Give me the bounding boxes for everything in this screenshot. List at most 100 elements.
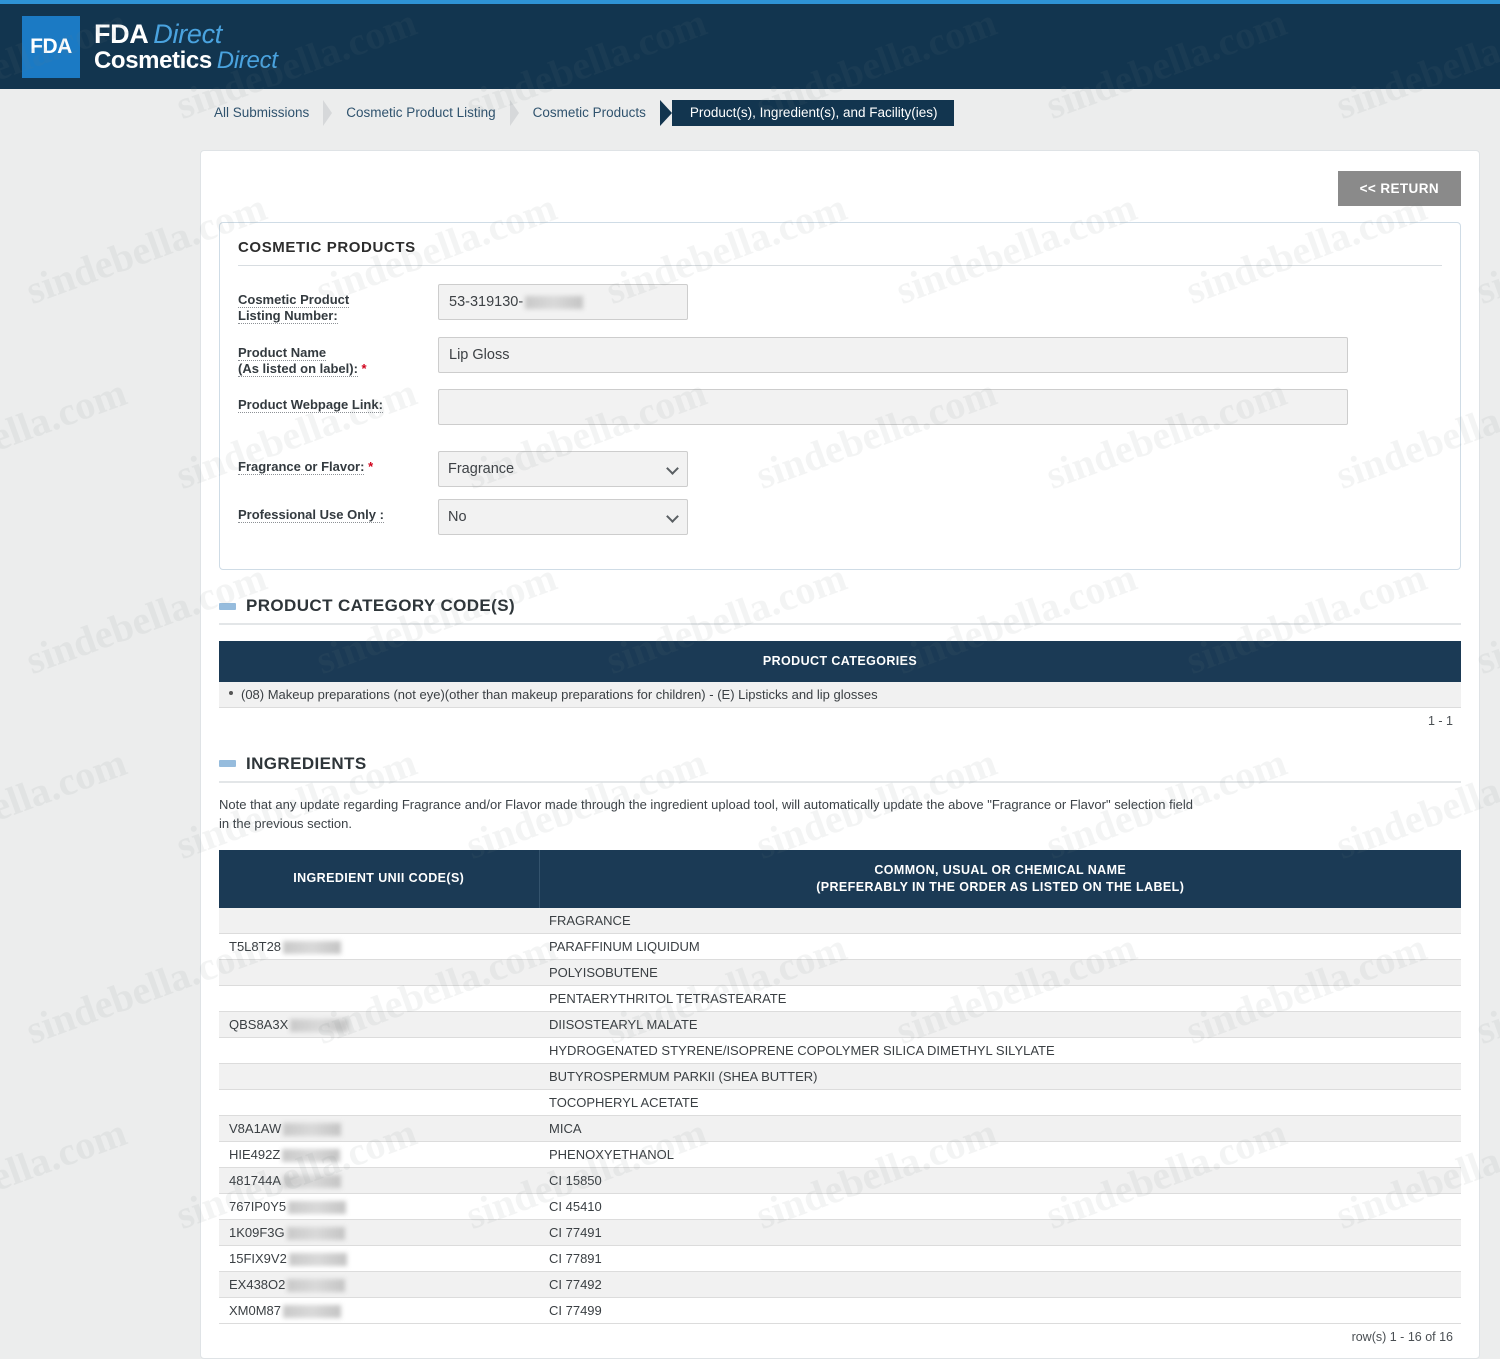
fda-logo-text: FDA [30,35,72,59]
redacted-blur-mask [283,1175,341,1188]
ingredient-name-cell: PHENOXYETHANOL [539,1141,1461,1167]
ingredient-unii-code: V8A1AW [229,1121,281,1136]
breadcrumb-separator-icon [510,100,519,126]
ingredient-name-cell: CI 45410 [539,1193,1461,1219]
ingredient-unii-cell: T5L8T28 [219,933,539,959]
product-categories-table-head: PRODUCT CATEGORIES [219,641,1461,682]
field-row-product-webpage: Product Webpage Link: [238,389,1442,425]
brand-line-2: CosmeticsDirect [94,48,278,73]
ingredient-unii-code: T5L8T28 [229,939,281,954]
toolbar: << RETURN [219,171,1461,206]
product-category-section-header[interactable]: PRODUCT CATEGORY CODE(S) [219,596,1461,625]
ingredient-unii-code: XM0M87 [229,1303,281,1318]
field-row-professional-use: Professional Use Only : No [238,499,1442,535]
table-header-row: PRODUCT CATEGORIES [219,641,1461,682]
table-row: BUTYROSPERMUM PARKII (SHEA BUTTER) [219,1063,1461,1089]
collapse-toggle-icon[interactable] [219,760,236,767]
breadcrumb-item-cosmetic-products[interactable]: Cosmetic Products [519,100,660,126]
ingredient-unii-cell [219,908,539,934]
required-asterisk: * [368,459,373,474]
professional-use-label: Professional Use Only : [238,499,438,523]
fragrance-or-flavor-select-wrap: Fragrance [438,451,688,487]
table-row: EX438O2CI 77492 [219,1272,1461,1298]
ingredient-unii-cell [219,1089,539,1115]
ingredient-name-cell: POLYISOBUTENE [539,959,1461,985]
table-header-row: INGREDIENT UNII CODE(S) COMMON, USUAL OR… [219,850,1461,908]
ingredient-unii-code: 767IP0Y5 [229,1199,286,1214]
column-header-unii-code: INGREDIENT UNII CODE(S) [219,850,539,908]
product-category-text: (08) Makeup preparations (not eye)(other… [241,687,878,702]
listing-number-label: Cosmetic Product Listing Number: [238,284,438,325]
brand-wordmark: FDADirect CosmeticsDirect [80,16,278,78]
breadcrumb-item-products-ingredients-facilities[interactable]: Product(s), Ingredient(s), and Facility(… [672,100,954,126]
ingredients-table-body: FRAGRANCET5L8T28PARAFFINUM LIQUIDUMPOLYI… [219,908,1461,1324]
product-webpage-input[interactable] [438,389,1348,425]
product-name-input[interactable] [438,337,1348,373]
field-row-listing-number: Cosmetic Product Listing Number: 53-3191… [238,284,1442,325]
ingredient-unii-code: 1K09F3G [229,1225,285,1240]
breadcrumb: All Submissions Cosmetic Product Listing… [0,89,1500,137]
fragrance-or-flavor-label-text: Fragrance or Flavor: [238,459,364,475]
redacted-blur-mask [525,296,583,309]
table-row: V8A1AWMICA [219,1115,1461,1141]
breadcrumb-active-left-arrow-icon [660,100,672,126]
brand-line2-bold: Cosmetics [94,47,212,74]
ingredient-name-cell: CI 15850 [539,1167,1461,1193]
ingredient-unii-cell: EX438O2 [219,1272,539,1298]
ingredient-name-cell: CI 77891 [539,1246,1461,1272]
brand-logo[interactable]: FDA FDADirect CosmeticsDirect [22,16,278,78]
table-row: QBS8A3XDIISOSTEARYL MALATE [219,1011,1461,1037]
ingredient-unii-code: 481744A [229,1173,281,1188]
required-asterisk: * [362,361,367,376]
product-name-label-line2: (As listed on label): [238,361,358,377]
table-row: 767IP0Y5 CI 45410 [219,1193,1461,1219]
breadcrumb-separator-icon [323,100,332,126]
breadcrumb-list: All Submissions Cosmetic Product Listing… [200,100,966,126]
professional-use-select-wrap: No [438,499,688,535]
ingredients-section-header[interactable]: INGREDIENTS [219,754,1461,783]
ingredient-unii-cell: QBS8A3X [219,1011,539,1037]
fda-logo-icon: FDA [22,16,80,78]
ingredient-name-cell: BUTYROSPERMUM PARKII (SHEA BUTTER) [539,1063,1461,1089]
column-header-chemical-name: COMMON, USUAL OR CHEMICAL NAME (PREFERAB… [539,850,1461,908]
ingredients-pager: row(s) 1 - 16 of 16 [219,1324,1461,1344]
brand-line-1: FDADirect [94,20,278,48]
table-row: XM0M87CI 77499 [219,1298,1461,1324]
collapse-toggle-icon[interactable] [219,603,236,610]
ingredient-unii-cell: 15FIX9V2 [219,1246,539,1272]
professional-use-select[interactable]: No [438,499,688,535]
form-spacer [238,437,1442,451]
fragrance-or-flavor-select[interactable]: Fragrance [438,451,688,487]
watermark-text: sindebella.com [0,1108,133,1238]
ingredients-note-line1: Note that any update regarding Fragrance… [219,795,1461,815]
table-row: HIE492Z PHENOXYETHANOL [219,1141,1461,1167]
ingredients-section-title: INGREDIENTS [246,754,367,774]
column-header-chemical-name-line2: (PREFERABLY IN THE ORDER AS LISTED ON TH… [548,879,1454,896]
redacted-blur-mask [282,1149,340,1162]
ingredient-unii-cell [219,985,539,1011]
breadcrumb-item-all-submissions[interactable]: All Submissions [200,100,323,126]
product-category-cell: (08) Makeup preparations (not eye)(other… [219,682,1461,708]
breadcrumb-item-cosmetic-product-listing[interactable]: Cosmetic Product Listing [332,100,509,126]
table-row: 481744A CI 15850 [219,1167,1461,1193]
table-row: (08) Makeup preparations (not eye)(other… [219,682,1461,708]
product-categories-pager: 1 - 1 [219,708,1461,728]
ingredient-unii-cell [219,1037,539,1063]
redacted-blur-mask [289,1253,347,1266]
return-button[interactable]: << RETURN [1338,171,1461,206]
product-categories-table: PRODUCT CATEGORIES (08) Makeup preparati… [219,641,1461,708]
ingredient-unii-cell: XM0M87 [219,1298,539,1324]
ingredient-unii-code: EX438O2 [229,1277,285,1292]
ingredient-unii-cell: 481744A [219,1167,539,1193]
brand-line2-italic: Direct [212,47,278,74]
ingredient-name-cell: TOCOPHERYL ACETATE [539,1089,1461,1115]
ingredient-unii-code: HIE492Z [229,1147,280,1162]
ingredient-name-cell: DIISOSTEARYL MALATE [539,1011,1461,1037]
product-webpage-label-text: Product Webpage Link: [238,397,383,413]
ingredient-unii-code: 15FIX9V2 [229,1251,287,1266]
fragrance-or-flavor-label: Fragrance or Flavor: * [238,451,438,475]
column-header-product-categories: PRODUCT CATEGORIES [219,641,1461,682]
ingredient-unii-cell: 767IP0Y5 [219,1193,539,1219]
field-row-fragrance-or-flavor: Fragrance or Flavor: * Fragrance [238,451,1442,487]
listing-number-label-line2: Listing Number: [238,308,338,324]
